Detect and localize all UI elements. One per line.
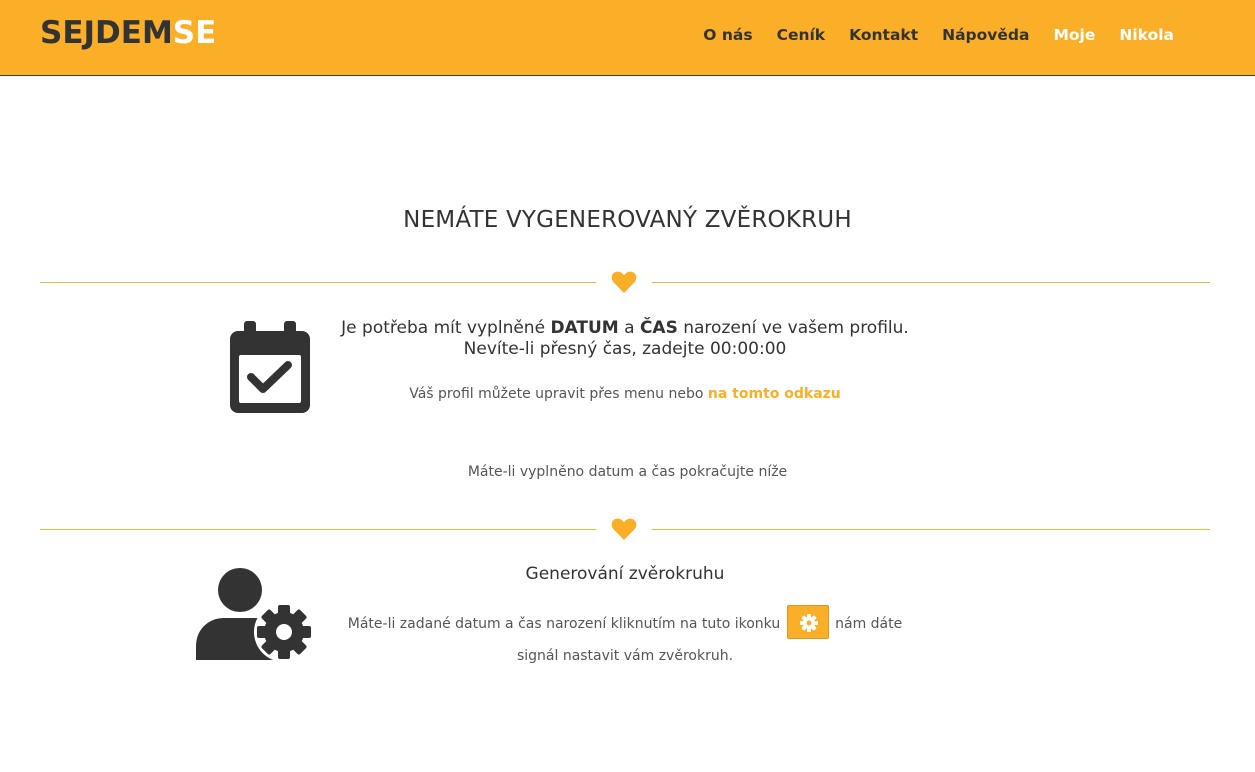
- cas-label: ČAS: [639, 318, 678, 338]
- generate-instructions: Máte-li zadané datum a čas narození klik…: [330, 605, 920, 672]
- menu-item-o-nas[interactable]: O nás: [703, 25, 752, 45]
- divider: [40, 517, 1210, 541]
- continue-text: Máte-li vyplněno datum a čas pokračujte …: [467, 464, 788, 480]
- divider-line-right: [652, 529, 1210, 530]
- gear-icon: [799, 614, 818, 632]
- heart-icon: [611, 518, 637, 540]
- profile-link[interactable]: na tomto odkazu: [708, 386, 841, 402]
- divider-line-right: [652, 282, 1210, 283]
- brand-part2: SE: [172, 15, 217, 51]
- profile-edit-text: Váš profil můžete upravit přes menu nebo…: [409, 386, 841, 402]
- menu-item-kontakt[interactable]: Kontakt: [849, 25, 918, 45]
- menu-item-napoveda[interactable]: Nápověda: [942, 25, 1029, 45]
- divider: [40, 270, 1210, 294]
- menu-item-moje[interactable]: Moje: [1053, 25, 1095, 45]
- brand-logo[interactable]: SEJDEMSE: [40, 15, 216, 51]
- divider-line-left: [40, 282, 596, 283]
- requirement-text: Je potřeba mít vyplněné DATUM a ČAS naro…: [341, 318, 909, 359]
- brand-part1: SEJDEM: [40, 15, 173, 51]
- datum-label: DATUM: [550, 318, 619, 338]
- generate-zodiac-button[interactable]: [786, 605, 829, 639]
- divider-line-left: [40, 529, 596, 530]
- main-menu: O nás Ceník Kontakt Nápověda Moje Nikola: [679, 25, 1174, 45]
- calendar-check-icon: [230, 321, 310, 413]
- page-title: NEMÁTE VYGENEROVANÝ ZVĚROKRUH: [403, 207, 852, 233]
- heart-icon: [611, 271, 637, 293]
- menu-item-cenik[interactable]: Ceník: [777, 25, 826, 45]
- menu-item-user[interactable]: Nikola: [1119, 25, 1174, 45]
- section-subtitle: Generování zvěrokruhu: [525, 564, 725, 584]
- user-gear-icon: [196, 568, 312, 660]
- navbar: SEJDEMSE O nás Ceník Kontakt Nápověda Mo…: [0, 0, 1255, 76]
